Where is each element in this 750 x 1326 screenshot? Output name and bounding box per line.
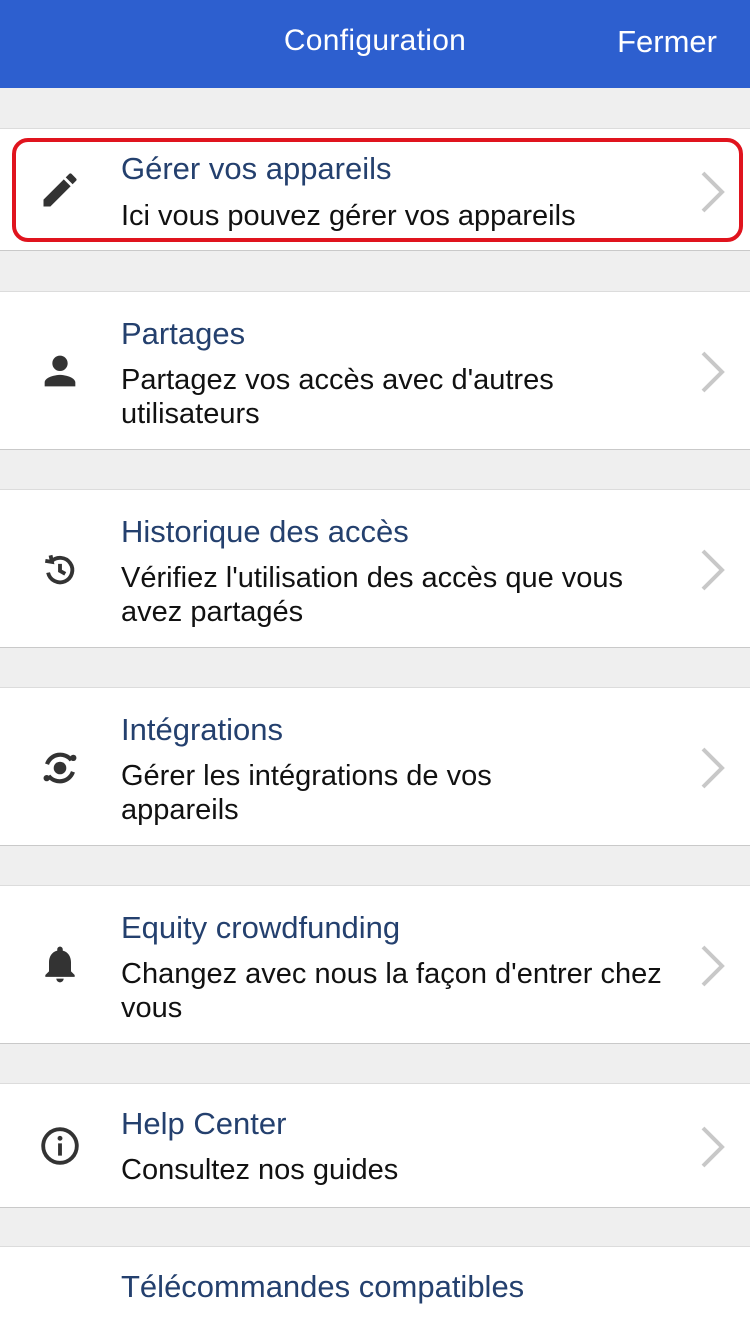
close-button[interactable]: Fermer — [617, 24, 717, 60]
menu-item-help-center[interactable]: Help Center Consultez nos guides — [0, 1083, 750, 1208]
integrations-icon — [37, 745, 83, 791]
menu-item-title: Partages — [121, 316, 246, 351]
menu-item-manage-devices[interactable]: Gérer vos appareils Ici vous pouvez gére… — [0, 128, 750, 251]
history-icon — [37, 547, 83, 593]
chevron-right-icon — [701, 351, 725, 393]
chevron-right-icon — [701, 945, 725, 987]
menu-item-sharing[interactable]: Partages Partagez vos accès avec d'autre… — [0, 291, 750, 450]
menu-item-description: Vérifiez l'utilisation des accès que vou… — [121, 562, 624, 628]
menu-item-equity-crowdfunding[interactable]: Equity crowdfunding Changez avec nous la… — [0, 885, 750, 1044]
menu-item-description: Changez avec nous la façon d'entrer chez… — [121, 958, 662, 1024]
top-bar: Configuration Fermer — [0, 0, 750, 88]
menu-item-access-history[interactable]: Historique des accès Vérifiez l'utilisat… — [0, 489, 750, 648]
bell-icon — [37, 941, 83, 987]
menu-item-title: Télécommandes compatibles — [121, 1269, 525, 1304]
menu-item-compatible-remotes[interactable]: Télécommandes compatibles — [0, 1246, 750, 1326]
person-icon — [37, 348, 83, 394]
info-icon — [37, 1123, 83, 1169]
menu-item-description: Ici vous pouvez gérer vos appareils — [121, 200, 576, 232]
menu-item-description: Consultez nos guides — [121, 1154, 399, 1186]
chevron-right-icon — [701, 171, 725, 213]
chevron-right-icon — [701, 747, 725, 789]
chevron-right-icon — [701, 1126, 725, 1168]
menu-item-title: Equity crowdfunding — [121, 910, 401, 945]
menu-item-integrations[interactable]: Intégrations Gérer les intégrations de v… — [0, 687, 750, 846]
menu-item-description: Gérer les intégrations de vos appareils — [121, 760, 492, 826]
menu-item-title: Intégrations — [121, 712, 283, 747]
menu-item-description: Partagez vos accès avec d'autres utilisa… — [121, 364, 554, 430]
menu-item-title: Gérer vos appareils — [121, 151, 392, 186]
menu-item-title: Help Center — [121, 1106, 287, 1141]
pencil-icon — [37, 167, 83, 213]
menu-item-title: Historique des accès — [121, 514, 409, 549]
chevron-right-icon — [701, 549, 725, 591]
